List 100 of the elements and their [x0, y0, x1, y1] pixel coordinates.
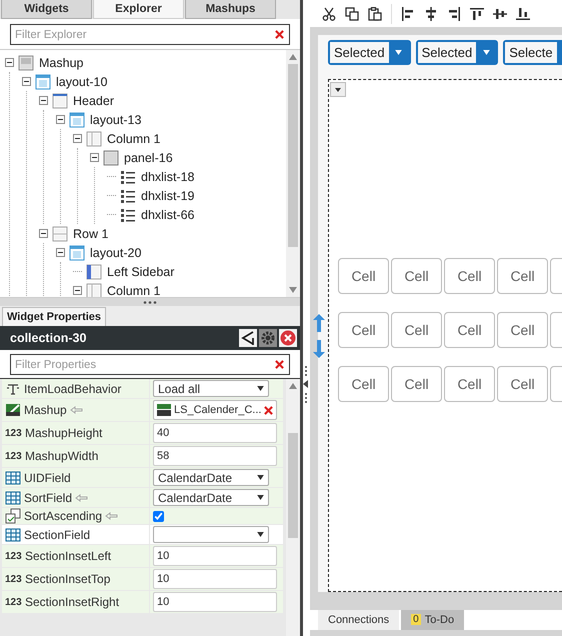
select-field[interactable] — [153, 526, 269, 543]
header-icon — [52, 92, 68, 108]
selection-dropdown[interactable]: Selected — [416, 40, 498, 65]
align-middle-icon[interactable] — [493, 6, 507, 20]
select-field[interactable]: CalendarDate — [153, 469, 269, 486]
dropdown-arrow-icon — [395, 50, 402, 55]
collapse-toggle[interactable] — [56, 115, 65, 124]
property-label: UIDField — [24, 470, 71, 484]
collapse-toggle[interactable] — [5, 58, 14, 67]
tree-item[interactable]: Column 1 — [107, 132, 160, 146]
select-field[interactable]: Load all — [153, 380, 269, 397]
collapse-toggle[interactable] — [56, 248, 65, 257]
paste-icon[interactable] — [368, 6, 382, 20]
tree-item[interactable]: Left Sidebar — [107, 264, 174, 278]
collapse-toggle[interactable] — [90, 153, 99, 162]
checkbox[interactable] — [153, 510, 164, 522]
layout-icon — [35, 74, 51, 90]
tree-item[interactable]: Mashup — [39, 56, 84, 70]
cell-button[interactable]: Cell — [391, 258, 442, 294]
select-field[interactable]: CalendarDate — [153, 489, 269, 506]
cell-button[interactable]: Cell — [444, 366, 495, 402]
close-icon[interactable] — [279, 329, 297, 347]
property-label: SortField — [24, 490, 72, 504]
mashup-icon — [157, 404, 171, 416]
cell-button[interactable]: Cell — [497, 366, 548, 402]
align-right-icon[interactable] — [447, 6, 461, 20]
input-field[interactable]: 10 — [153, 569, 277, 589]
table-icon — [5, 470, 21, 486]
tree-item[interactable]: Header — [73, 94, 114, 108]
cell-button[interactable]: Cell — [497, 312, 548, 348]
row-icon — [52, 226, 68, 242]
up-down-arrows-icon[interactable] — [313, 314, 325, 358]
selection-dropdown[interactable]: Selected — [328, 40, 411, 65]
dropdown-toggle-icon[interactable] — [330, 82, 346, 97]
collapse-handle-icon[interactable] — [303, 364, 309, 406]
dropdown-arrow-icon — [257, 532, 264, 537]
cell-button[interactable]: Cell — [391, 312, 442, 348]
cell-button[interactable]: Cell — [338, 258, 389, 294]
input-field[interactable]: 40 — [153, 423, 277, 443]
copy-icon[interactable] — [345, 6, 359, 20]
dropdown-arrow-icon — [257, 475, 264, 480]
count-badge: 0 — [411, 614, 421, 625]
cell-button[interactable]: Cell — [338, 366, 389, 402]
cell-button[interactable]: Cell — [497, 258, 548, 294]
tree-item[interactable]: Row 1 — [73, 226, 108, 240]
input-field[interactable]: 10 — [153, 592, 277, 612]
input-field[interactable]: 58 — [153, 446, 277, 466]
clear-icon[interactable] — [264, 406, 274, 414]
scrollbar-thumb[interactable] — [288, 64, 298, 247]
settings-icon[interactable] — [259, 329, 277, 347]
column-icon — [86, 282, 102, 297]
panel-tab[interactable]: Widgets — [1, 0, 92, 19]
align-left-icon[interactable] — [401, 6, 415, 20]
selection-dropdown[interactable]: Selecte — [503, 40, 562, 65]
share-icon[interactable] — [239, 329, 257, 347]
mashup-picker[interactable]: LS_Calender_C... — [153, 400, 277, 420]
list-icon — [120, 168, 136, 184]
tree-item[interactable]: layout-20 — [90, 246, 142, 260]
cell-button[interactable]: Cell — [391, 366, 442, 402]
panel-tab[interactable]: Mashups — [185, 0, 276, 19]
panel-tab[interactable]: Widget Properties — [2, 307, 106, 326]
align-center-icon[interactable] — [424, 6, 438, 20]
mashup-type-icon — [5, 402, 21, 418]
tree-item[interactable]: dhxlist-19 — [141, 188, 194, 202]
number-type-label: 123 — [5, 428, 22, 438]
scroll-up-icon[interactable] — [289, 54, 297, 60]
scroll-down-icon[interactable] — [289, 287, 297, 293]
bottom-tab[interactable]: Connections — [318, 610, 400, 630]
collapse-toggle[interactable] — [39, 96, 48, 105]
tree-item[interactable]: layout-10 — [56, 74, 108, 88]
collapse-toggle[interactable] — [39, 229, 48, 238]
cut-icon[interactable] — [322, 6, 336, 20]
tree-item[interactable]: dhxlist-66 — [141, 208, 194, 222]
filter-field[interactable]: Filter Explorer — [10, 24, 290, 45]
collapse-toggle[interactable] — [73, 286, 82, 295]
cell-button[interactable]: Cell — [444, 312, 495, 348]
tree-item[interactable]: Column 1 — [107, 284, 160, 297]
number-type-label: 123 — [5, 550, 22, 562]
collapse-toggle[interactable] — [73, 134, 82, 143]
align-bottom-icon[interactable] — [516, 6, 530, 20]
sidebar-icon — [86, 264, 102, 280]
splitter-grip-icon[interactable] — [143, 300, 157, 304]
tree-item[interactable]: layout-13 — [90, 112, 142, 126]
layout-icon — [69, 112, 85, 128]
tree-item[interactable]: panel-16 — [124, 150, 173, 164]
clear-icon[interactable] — [275, 360, 284, 369]
property-label: Mashup — [24, 403, 67, 417]
clear-icon[interactable] — [275, 30, 284, 39]
bottom-tab[interactable]: 0 To-Do — [401, 610, 464, 630]
scroll-up-icon[interactable] — [289, 383, 297, 389]
dropdown-arrow-icon — [257, 495, 264, 500]
input-field[interactable]: 10 — [153, 546, 277, 566]
align-top-icon[interactable] — [470, 6, 484, 20]
tree-item[interactable]: dhxlist-18 — [141, 170, 194, 184]
panel-tab[interactable]: Explorer — [93, 0, 184, 19]
cell-button[interactable]: Cell — [444, 258, 495, 294]
collapse-toggle[interactable] — [22, 77, 31, 86]
cell-button[interactable]: Cell — [338, 312, 389, 348]
scrollbar-thumb[interactable] — [288, 433, 298, 538]
filter-field[interactable]: Filter Properties — [10, 354, 290, 375]
